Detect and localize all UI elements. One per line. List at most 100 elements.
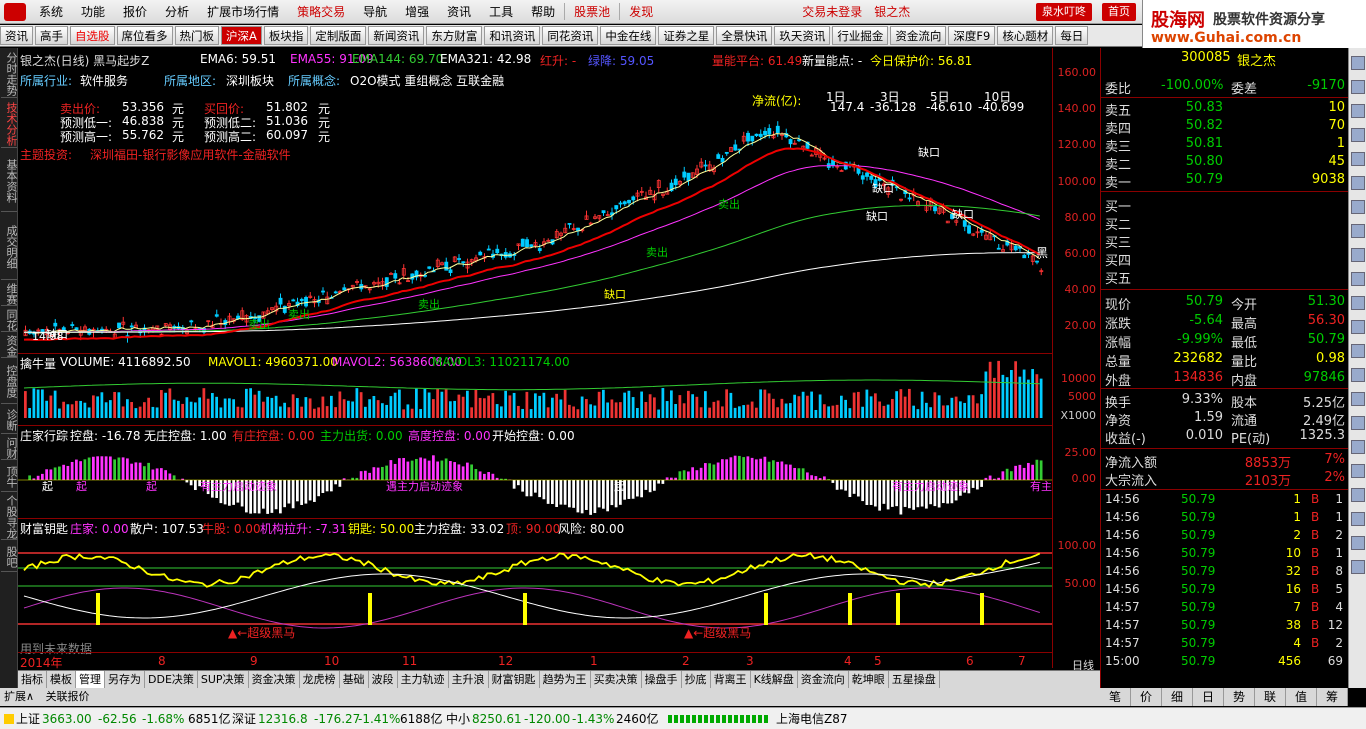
indicator-tab[interactable]: 乾坤眼 [849, 671, 889, 688]
toolbar-button[interactable]: 席位看多 [116, 26, 173, 45]
side-tool-icon[interactable] [1351, 320, 1365, 334]
toolbar-button[interactable]: 定制版面 [310, 26, 367, 45]
toolbar-button[interactable]: 全景快讯 [716, 26, 773, 45]
toolbar-button[interactable]: 新闻资讯 [368, 26, 425, 45]
side-tool-icon[interactable] [1351, 392, 1365, 406]
menu-item[interactable]: 导航 [354, 3, 396, 20]
side-tool-icon[interactable] [1351, 488, 1365, 502]
home-button[interactable]: 首页 [1102, 3, 1136, 21]
alert-icon[interactable] [4, 714, 14, 724]
menu-item[interactable]: 股票池 [564, 3, 619, 20]
menu-item[interactable]: 分析 [156, 3, 198, 20]
quote-tab[interactable]: 价 [1131, 688, 1162, 706]
quote-tab[interactable]: 日 [1193, 688, 1224, 706]
menu-item[interactable]: 发现 [619, 3, 662, 20]
menu-item[interactable]: 扩展市场行情 [198, 3, 288, 20]
left-tab[interactable]: 资金 [1, 334, 18, 358]
quote-tab[interactable]: 值 [1286, 688, 1317, 706]
expand-button[interactable]: 扩展∧ [4, 690, 34, 703]
toolbar-button[interactable]: 资讯 [0, 26, 33, 45]
toolbar-button[interactable]: 同花资讯 [542, 26, 599, 45]
toolbar-button[interactable]: 每日 [1055, 26, 1089, 45]
side-tool-icon[interactable] [1351, 440, 1365, 454]
server-label[interactable]: 上海电信Z87 [776, 708, 848, 729]
indicator-tab[interactable]: 另存为 [105, 671, 145, 688]
toolbar-button[interactable]: 资金流向 [890, 26, 947, 45]
toolbar-button[interactable]: 中金在线 [600, 26, 657, 45]
quote-tab[interactable]: 联 [1255, 688, 1286, 706]
indicator-tab[interactable]: 模板 [47, 671, 76, 688]
side-tool-icon[interactable] [1351, 296, 1365, 310]
toolbar-button[interactable]: 行业掘金 [832, 26, 889, 45]
indicator-tab[interactable]: 基础 [340, 671, 369, 688]
side-tool-icon[interactable] [1351, 248, 1365, 262]
side-tool-icon[interactable] [1351, 560, 1365, 574]
indicator-tab[interactable]: 指标 [18, 671, 47, 688]
left-tab[interactable]: 顶牛 [1, 462, 18, 492]
indicator-tab[interactable]: 财富钥匙 [489, 671, 540, 688]
menu-item[interactable]: 帮助 [522, 3, 564, 20]
indicator-tab[interactable]: DDE决策 [145, 671, 198, 688]
side-tool-icon[interactable] [1351, 536, 1365, 550]
toolbar-button[interactable]: 核心题材 [997, 26, 1054, 45]
menu-item[interactable]: 资讯 [438, 3, 480, 20]
left-tab[interactable]: 同花 [1, 308, 18, 332]
indicator-tab[interactable]: K线解盘 [751, 671, 798, 688]
side-tool-icon[interactable] [1351, 152, 1365, 166]
side-tool-icon[interactable] [1351, 512, 1365, 526]
left-tab[interactable]: 问财 [1, 436, 18, 460]
toolbar-button[interactable]: 沪深A [221, 26, 262, 45]
indicator-tab[interactable]: 背离王 [711, 671, 751, 688]
toolbar-button[interactable]: 玖天资讯 [774, 26, 831, 45]
side-tool-icon[interactable] [1351, 416, 1365, 430]
indicator-tab[interactable]: 龙虎榜 [300, 671, 340, 688]
toolbar-button[interactable]: 自选股 [70, 26, 115, 45]
toolbar-button[interactable]: 热门板 [174, 26, 219, 45]
indicator-tab[interactable]: 买卖决策 [591, 671, 642, 688]
side-tool-icon[interactable] [1351, 128, 1365, 142]
toolbar-button[interactable]: 深度F9 [948, 26, 996, 45]
menu-item[interactable]: 增强 [396, 3, 438, 20]
quote-tab[interactable]: 细 [1162, 688, 1193, 706]
left-tab[interactable]: 技术分析 [1, 100, 18, 148]
brand-banner[interactable]: 股海网 股票软件资源分享 www.Guhai.com.cn [1142, 0, 1366, 48]
menu-item[interactable]: 工具 [480, 3, 522, 20]
quote-tab[interactable]: 筹 [1317, 688, 1348, 706]
side-tool-icon[interactable] [1351, 200, 1365, 214]
indicator-tab[interactable]: 主升浪 [449, 671, 489, 688]
related-quote-button[interactable]: 关联报价 [46, 690, 90, 703]
menu-item[interactable]: 报价 [114, 3, 156, 20]
indicator-tab[interactable]: 操盘手 [642, 671, 682, 688]
left-tab[interactable]: 诊断 [1, 406, 18, 434]
side-tool-icon[interactable] [1351, 224, 1365, 238]
quote-tab[interactable]: 笔 [1100, 688, 1131, 706]
toolbar-button[interactable]: 板块指 [263, 26, 309, 45]
side-tool-icon[interactable] [1351, 272, 1365, 286]
menu-item[interactable]: 功能 [72, 3, 114, 20]
user-name[interactable]: 银之杰 [874, 3, 910, 20]
toolbar-button[interactable]: 东方财富 [426, 26, 483, 45]
left-tab[interactable]: 控盘度 [1, 360, 18, 404]
left-tab[interactable]: 基本资料 [1, 150, 18, 212]
indicator-tab[interactable]: 管理 [76, 671, 105, 688]
left-tab[interactable]: 股吧 [1, 542, 18, 572]
chart-area[interactable]: 银之杰(日线) 黑马起步Z EMA6: 59.51 EMA55: 91.09 E… [18, 48, 1100, 672]
toolbar-button[interactable]: 证券之星 [658, 26, 715, 45]
side-tool-icon[interactable] [1351, 56, 1365, 70]
indicator-tab[interactable]: 资金决策 [249, 671, 300, 688]
side-tool-icon[interactable] [1351, 344, 1365, 358]
menu-item[interactable]: 策略交易 [288, 3, 354, 20]
left-tab[interactable]: 分时走势 [1, 50, 18, 98]
left-tab[interactable]: 维赛 [1, 282, 18, 306]
left-tab[interactable]: 个股寻龙 [1, 494, 18, 540]
indicator-tab[interactable]: SUP决策 [198, 671, 249, 688]
quote-tab[interactable]: 势 [1224, 688, 1255, 706]
indicator-tab[interactable]: 波段 [369, 671, 398, 688]
toolbar-button[interactable]: 和讯资讯 [484, 26, 541, 45]
side-tool-icon[interactable] [1351, 368, 1365, 382]
indicator-tab[interactable]: 资金流向 [798, 671, 849, 688]
left-tab[interactable]: 成交明细 [1, 214, 18, 280]
toolbar-button[interactable]: 高手 [35, 26, 68, 45]
trade-status[interactable]: 交易未登录 [802, 3, 862, 20]
side-tool-icon[interactable] [1351, 176, 1365, 190]
